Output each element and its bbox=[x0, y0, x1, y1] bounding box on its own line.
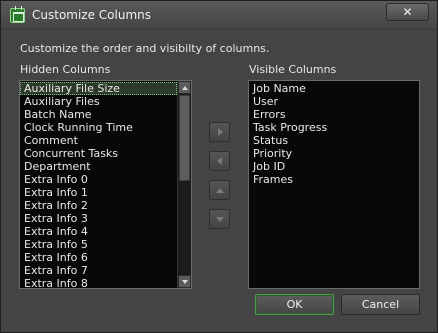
list-item[interactable]: Auxiliary File Size bbox=[20, 82, 177, 95]
hidden-list-scrollbar[interactable] bbox=[177, 81, 191, 288]
list-item[interactable]: Batch Name bbox=[20, 108, 177, 121]
list-item[interactable]: Extra Info 8 bbox=[20, 277, 177, 288]
list-item[interactable]: Extra Info 7 bbox=[20, 264, 177, 277]
visible-columns-items: Job Name User Errors Task Progress Status Pri… bbox=[249, 82, 419, 186]
scroll-down-icon bbox=[182, 280, 188, 284]
scroll-down-button[interactable] bbox=[178, 275, 191, 288]
list-item[interactable]: Concurrent Tasks bbox=[20, 147, 177, 160]
dialog-description: Customize the order and visibilty of col… bbox=[20, 42, 270, 55]
list-item[interactable]: Errors bbox=[249, 108, 419, 121]
visible-columns-label: Visible Columns bbox=[249, 63, 337, 76]
list-item[interactable]: Clock Running Time bbox=[20, 121, 177, 134]
title-bar: Customize Columns ✕ bbox=[1, 1, 437, 30]
close-button[interactable]: ✕ bbox=[386, 3, 429, 21]
list-item[interactable]: Extra Info 0 bbox=[20, 173, 177, 186]
list-item[interactable]: Task Progress bbox=[249, 121, 419, 134]
hidden-columns-items: Auxiliary File Size Auxiliary Files Batch … bbox=[20, 82, 177, 288]
move-up-button[interactable] bbox=[209, 180, 230, 200]
arrow-down-icon bbox=[216, 217, 224, 222]
list-item[interactable]: Job Name bbox=[249, 82, 419, 95]
ok-button[interactable]: OK bbox=[255, 294, 334, 315]
close-icon: ✕ bbox=[402, 5, 413, 19]
scroll-thumb[interactable] bbox=[179, 95, 190, 181]
visible-columns-list[interactable]: Job Name User Errors Task Progress Status Pri… bbox=[248, 80, 420, 289]
move-to-visible-button[interactable] bbox=[209, 122, 230, 142]
list-item[interactable]: User bbox=[249, 95, 419, 108]
list-item[interactable]: Frames bbox=[249, 173, 419, 186]
arrow-right-icon bbox=[218, 128, 223, 136]
list-item[interactable]: Job ID bbox=[249, 160, 419, 173]
scroll-up-button[interactable] bbox=[178, 81, 191, 94]
window-title: Customize Columns bbox=[32, 8, 152, 22]
list-item[interactable]: Extra Info 1 bbox=[20, 186, 177, 199]
list-item[interactable]: Comment bbox=[20, 134, 177, 147]
hidden-columns-label: Hidden Columns bbox=[20, 63, 111, 76]
hidden-columns-list[interactable]: Auxiliary File Size Auxiliary Files Batch … bbox=[19, 80, 192, 289]
list-item[interactable]: Extra Info 3 bbox=[20, 212, 177, 225]
scroll-up-icon bbox=[182, 86, 188, 90]
app-icon bbox=[10, 6, 25, 23]
move-to-hidden-button[interactable] bbox=[209, 151, 230, 171]
list-item[interactable]: Extra Info 4 bbox=[20, 225, 177, 238]
list-item[interactable]: Auxiliary Files bbox=[20, 95, 177, 108]
arrow-up-icon bbox=[216, 188, 224, 193]
cancel-button[interactable]: Cancel bbox=[341, 294, 420, 315]
customize-columns-dialog: Customize Columns ✕ Customize the order … bbox=[0, 0, 438, 333]
list-item[interactable]: Status bbox=[249, 134, 419, 147]
list-item[interactable]: Department bbox=[20, 160, 177, 173]
move-down-button[interactable] bbox=[209, 209, 230, 229]
list-item[interactable]: Extra Info 6 bbox=[20, 251, 177, 264]
arrow-left-icon bbox=[217, 157, 222, 165]
list-item[interactable]: Extra Info 5 bbox=[20, 238, 177, 251]
list-item[interactable]: Extra Info 2 bbox=[20, 199, 177, 212]
list-item[interactable]: Priority bbox=[249, 147, 419, 160]
